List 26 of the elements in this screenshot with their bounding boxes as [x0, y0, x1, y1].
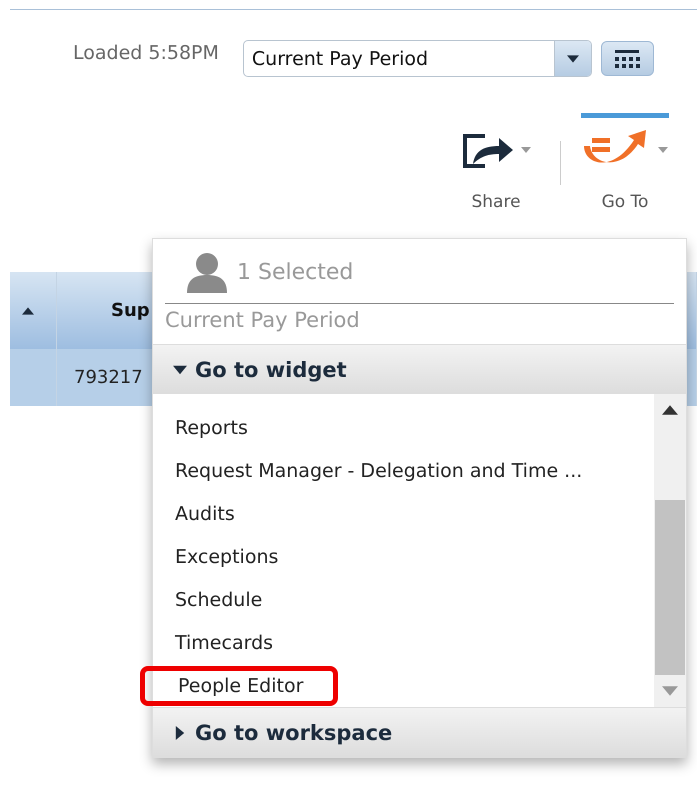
table-cell: [10, 349, 57, 406]
calendar-button[interactable]: [600, 41, 654, 76]
section-header[interactable]: Go to widget: [153, 344, 686, 394]
section-header[interactable]: Go to workspace: [153, 707, 686, 757]
share-button[interactable]: Share: [452, 113, 540, 212]
menu-item[interactable]: Timecards: [175, 632, 274, 654]
caret-icon: [521, 145, 531, 155]
menu-item[interactable]: People Editor: [140, 666, 338, 706]
period-label: Current Pay Period: [164, 307, 361, 334]
selection-count: 1 Selected: [237, 260, 354, 284]
scrollbar[interactable]: [654, 394, 686, 707]
menu-item[interactable]: Audits: [175, 502, 235, 524]
person-icon: [185, 251, 229, 293]
period-select[interactable]: Current Pay Period: [242, 40, 592, 77]
caret-icon: [658, 145, 668, 155]
menu-item[interactable]: Reports: [175, 416, 248, 438]
column-header[interactable]: [10, 272, 57, 349]
loaded-time: Loaded 5:58PM: [73, 42, 219, 64]
caret-icon: [566, 52, 579, 64]
menu-item[interactable]: Request Manager - Delegation and Time ...: [175, 460, 582, 482]
caret-icon: [173, 726, 187, 740]
calendar-icon: [613, 48, 642, 68]
menu-item[interactable]: Exceptions: [175, 546, 278, 568]
sort-icon: [22, 304, 34, 316]
go-to-button[interactable]: Go To: [581, 113, 669, 212]
menu-item[interactable]: Schedule: [175, 588, 262, 610]
